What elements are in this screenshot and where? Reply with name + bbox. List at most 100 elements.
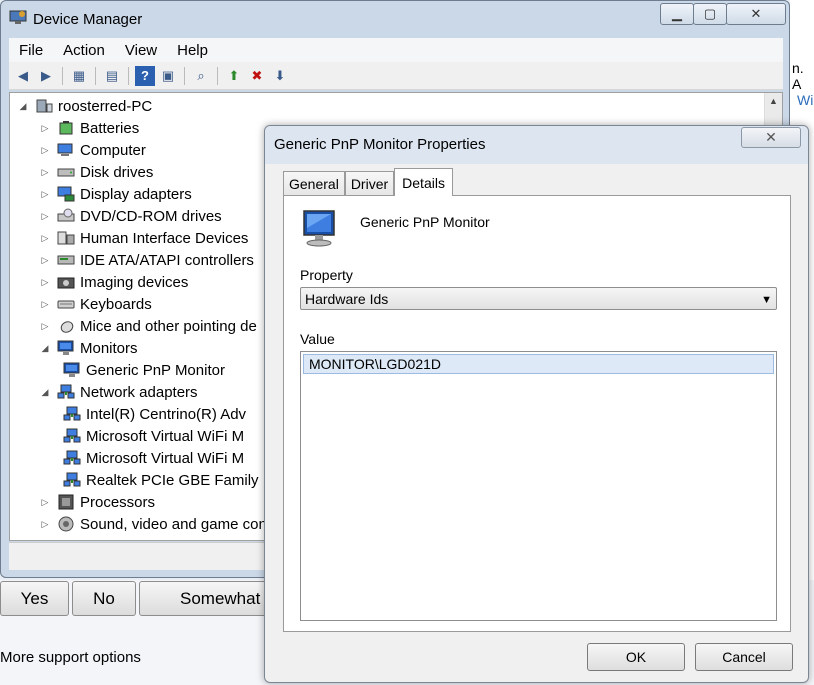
scan-hardware-icon[interactable]: ⌕	[191, 66, 211, 86]
update-driver-icon[interactable]: ⬆	[224, 66, 244, 86]
expand-arrow-icon[interactable]: ▷	[40, 255, 50, 266]
value-list[interactable]: MONITOR\LGD021D	[300, 351, 777, 621]
disk-icon	[56, 163, 76, 181]
dialog-close-button[interactable]: ✕	[741, 127, 801, 148]
tree-item-label: Display adapters	[80, 185, 192, 203]
tab-general[interactable]: General	[283, 171, 345, 195]
toolbar-separator	[128, 66, 129, 85]
tree-category-item[interactable]: ▷ Keyboards	[40, 293, 152, 315]
help-icon[interactable]: ?	[135, 65, 155, 86]
expand-arrow-icon[interactable]: ▷	[40, 497, 50, 508]
tab-details[interactable]: Details	[394, 168, 453, 196]
tree-category-item[interactable]: ▷ Batteries	[40, 117, 140, 139]
toolbar-separator	[95, 66, 96, 85]
collapse-arrow-icon[interactable]: ◢	[18, 101, 28, 112]
device-manager-titlebar: Device Manager	[9, 7, 142, 31]
tree-category-item[interactable]: ▷ Imaging devices	[40, 271, 189, 293]
tree-root[interactable]: ◢ roosterred-PC	[18, 95, 153, 117]
computer-icon	[34, 97, 54, 115]
ok-button[interactable]: OK	[587, 643, 685, 671]
tree-item-label: Batteries	[80, 119, 140, 137]
minimize-button[interactable]: ▁	[660, 3, 694, 25]
tree-root-label: roosterred-PC	[58, 97, 153, 115]
toolbar: ◀ ▶ ▦ ▤ ? ▣ ⌕ ⬆ ✖ ⬇	[9, 62, 783, 90]
maximize-button[interactable]: ▢	[693, 3, 727, 25]
cancel-button[interactable]: Cancel	[695, 643, 793, 671]
keyboard-icon	[56, 295, 76, 313]
expand-arrow-icon[interactable]: ▷	[40, 299, 50, 310]
tree-category-item[interactable]: ▷ Sound, video and game con	[40, 513, 267, 535]
menu-file[interactable]: File	[9, 42, 53, 59]
toolbar-separator	[184, 66, 185, 85]
toolbar-separator	[62, 66, 63, 85]
expand-arrow-icon[interactable]: ▷	[40, 211, 50, 222]
expand-arrow-icon[interactable]: ▷	[40, 519, 50, 530]
yes-button[interactable]: Yes	[0, 581, 69, 616]
tree-device-item[interactable]: Intel(R) Centrino(R) Adv	[62, 403, 246, 425]
tab-strip: General Driver Details	[283, 168, 453, 196]
tree-item-label: Processors	[80, 493, 156, 511]
expand-arrow-icon[interactable]: ▷	[40, 189, 50, 200]
tree-item-label: Imaging devices	[80, 273, 189, 291]
expand-arrow-icon[interactable]: ▷	[40, 277, 50, 288]
tree-device-item[interactable]: Microsoft Virtual WiFi M	[62, 447, 244, 469]
tree-category-item[interactable]: ◢ Network adapters	[40, 381, 198, 403]
tree-category-item[interactable]: ▷ Computer	[40, 139, 146, 161]
tab-driver[interactable]: Driver	[344, 171, 395, 195]
tree-category-item[interactable]: ▷ Mice and other pointing de	[40, 315, 257, 337]
support-options-link[interactable]: More support options	[0, 649, 141, 666]
expand-arrow-icon[interactable]: ▷	[40, 321, 50, 332]
expand-arrow-icon[interactable]: ▷	[40, 123, 50, 134]
tree-device-item[interactable]: Generic PnP Monitor	[62, 359, 225, 381]
dialog-title: Generic PnP Monitor Properties	[274, 136, 486, 153]
device-manager-title: Device Manager	[33, 10, 143, 28]
monitor-icon	[56, 339, 76, 357]
tree-category-item[interactable]: ▷ Human Interface Devices	[40, 227, 249, 249]
collapse-arrow-icon[interactable]: ◢	[40, 343, 50, 354]
tree-item-label: Generic PnP Monitor	[86, 361, 225, 379]
close-button[interactable]: ✕	[726, 3, 786, 25]
tree-category-item[interactable]: ◢ Monitors	[40, 337, 138, 359]
uninstall-icon[interactable]: ✖	[247, 66, 267, 86]
properties-icon[interactable]: ▤	[102, 66, 122, 86]
tree-item-label: Intel(R) Centrino(R) Adv	[86, 405, 247, 423]
somewhat-button[interactable]: Somewhat	[139, 581, 269, 616]
expand-arrow-icon[interactable]: ▷	[40, 167, 50, 178]
tree-category-item[interactable]: ▷ DVD/CD-ROM drives	[40, 205, 222, 227]
tree-item-label: Human Interface Devices	[80, 229, 249, 247]
dvd-icon	[56, 207, 76, 225]
value-list-item[interactable]: MONITOR\LGD021D	[303, 354, 774, 374]
toolbar-separator	[217, 66, 218, 85]
no-button[interactable]: No	[72, 581, 136, 616]
tree-item-label: Microsoft Virtual WiFi M	[86, 427, 245, 445]
expand-arrow-icon[interactable]: ▷	[40, 233, 50, 244]
collapse-arrow-icon[interactable]: ◢	[40, 387, 50, 398]
ide-icon	[56, 251, 76, 269]
scroll-up-icon[interactable]: ▲	[769, 96, 778, 106]
property-dropdown[interactable]: Hardware Ids ▼	[300, 287, 777, 310]
background-link-fragment: Wi	[797, 92, 814, 108]
dropdown-arrow-icon[interactable]: ▼	[761, 294, 772, 306]
tree-category-item[interactable]: ▷ Display adapters	[40, 183, 192, 205]
properties-dialog: Generic PnP Monitor Properties ✕ General…	[264, 125, 809, 683]
view-icon[interactable]: ▣	[158, 66, 178, 86]
tree-device-item[interactable]: Realtek PCIe GBE Family	[62, 469, 259, 491]
tree-item-label: IDE ATA/ATAPI controllers	[80, 251, 254, 269]
back-icon[interactable]: ◀	[13, 66, 33, 86]
property-label: Property	[300, 267, 353, 283]
show-hide-tree-icon[interactable]: ▦	[69, 66, 89, 86]
tree-category-item[interactable]: ▷ IDE ATA/ATAPI controllers	[40, 249, 254, 271]
tree-item-label: Mice and other pointing de	[80, 317, 257, 335]
disable-icon[interactable]: ⬇	[270, 66, 290, 86]
tree-item-label: Sound, video and game con	[80, 515, 267, 533]
network-icon	[56, 383, 76, 401]
forward-icon[interactable]: ▶	[36, 66, 56, 86]
menu-action[interactable]: Action	[53, 42, 115, 59]
menu-view[interactable]: View	[115, 42, 167, 59]
expand-arrow-icon[interactable]: ▷	[40, 145, 50, 156]
value-label: Value	[300, 331, 335, 347]
tree-category-item[interactable]: ▷ Disk drives	[40, 161, 154, 183]
tree-device-item[interactable]: Microsoft Virtual WiFi M	[62, 425, 244, 447]
tree-category-item[interactable]: ▷ Processors	[40, 491, 156, 513]
menu-help[interactable]: Help	[167, 42, 218, 59]
